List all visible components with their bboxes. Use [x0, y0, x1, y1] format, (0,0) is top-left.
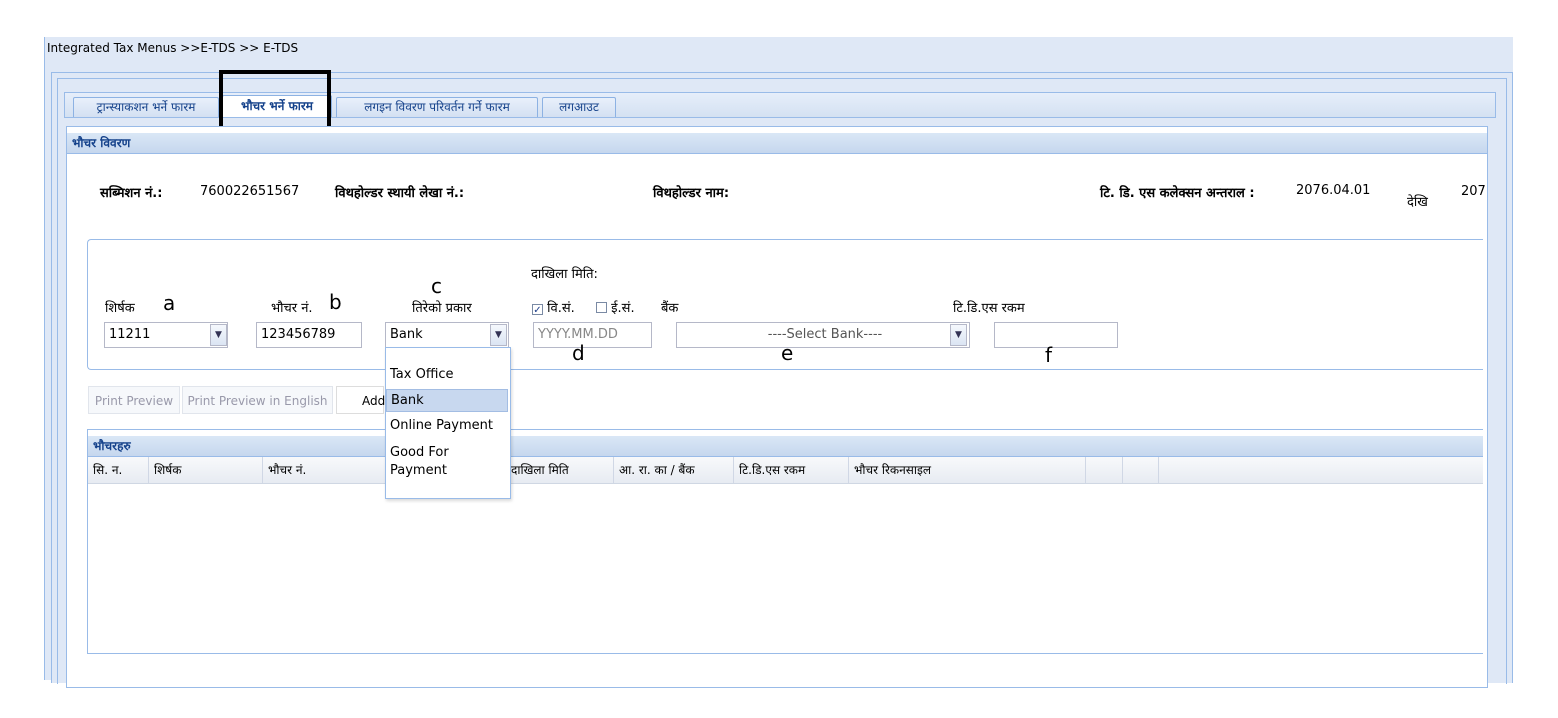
print-preview-english-button[interactable]: Print Preview in English [182, 386, 333, 414]
tab-logout[interactable]: लगआउट [542, 97, 616, 117]
payment-type-dropdown-trigger[interactable]: ▼ [490, 324, 507, 346]
annotation-c: c [431, 274, 442, 298]
collection-period-from: 2076.04.01 [1296, 183, 1371, 198]
col-office-bank[interactable]: आ. रा. का / बैंक [614, 457, 734, 483]
heading-dropdown-trigger[interactable]: ▼ [210, 324, 227, 346]
vouchers-grid-header: भौचरहरु [88, 436, 1483, 457]
annotation-a: a [163, 291, 176, 315]
collection-period-label: टि. डि. एस कलेक्सन अन्तराल : [1100, 186, 1255, 201]
date-ad-checkbox[interactable] [596, 302, 607, 313]
date-bs-option[interactable]: ✓ वि.सं. [532, 298, 575, 316]
annotation-f: f [1045, 343, 1053, 367]
voucher-panel: भौचर विवरण सब्मिशन नं.: 760022651567 विथ… [66, 126, 1488, 688]
voucher-details-header: भौचर विवरण [67, 133, 1487, 154]
bank-dropdown-trigger[interactable]: ▼ [950, 324, 967, 346]
date-ad-option[interactable]: ई.सं. [596, 298, 635, 316]
col-tds-amount[interactable]: टि.डि.एस रकम [734, 457, 849, 483]
col-action-1[interactable] [1086, 457, 1123, 483]
grid-column-header-row: सि. न. शिर्षक भौचर नं. दाखिला मिति आ. रा… [88, 457, 1483, 484]
highlight-box [219, 70, 331, 130]
annotation-d: d [572, 341, 585, 365]
deposit-date-input[interactable]: YYYY.MM.DD [533, 322, 652, 348]
annotation-e: e [781, 341, 794, 365]
bank-label: बैंक [661, 301, 679, 316]
chevron-down-icon: ▼ [955, 330, 962, 340]
voucher-no-label: भौचर नं. [271, 301, 313, 316]
collection-period-to: 207 [1461, 184, 1486, 199]
col-deposit-date[interactable]: दाखिला मिति [498, 457, 614, 483]
annotation-b: b [329, 290, 342, 314]
print-preview-button[interactable]: Print Preview [88, 386, 180, 414]
bank-select[interactable]: ----Select Bank---- [676, 322, 970, 348]
col-heading[interactable]: शिर्षक [149, 457, 263, 483]
payment-type-label: तिरेको प्रकार [412, 301, 472, 316]
tab-transaction-form[interactable]: ट्रान्स्याकशन भर्ने फारम [73, 97, 219, 117]
col-serial[interactable]: सि. न. [88, 457, 149, 483]
withholder-name-label: विथहोल्डर नाम: [653, 186, 730, 201]
add-button[interactable]: Add [336, 386, 385, 414]
from-word: देखि [1407, 195, 1428, 210]
option-tax-office[interactable]: Tax Office [386, 366, 508, 384]
tab-login-change-form[interactable]: लगइन विवरण परिवर्तन गर्ने फारम [336, 97, 538, 117]
chevron-down-icon: ▼ [215, 330, 222, 340]
breadcrumb: Integrated Tax Menus >>E-TDS >> E-TDS [47, 41, 299, 55]
submission-value: 760022651567 [200, 184, 300, 199]
tds-amount-label: टि.डि.एस रकम [953, 301, 1025, 316]
col-voucher-reconcile[interactable]: भौचर रिकनसाइल [849, 457, 1086, 483]
tds-amount-input[interactable] [994, 322, 1118, 348]
chevron-down-icon: ▼ [495, 330, 502, 340]
date-bs-checkbox[interactable]: ✓ [532, 304, 543, 316]
option-bank[interactable]: Bank [386, 389, 508, 412]
withholder-pan-label: विथहोल्डर स्थायी लेखा नं.: [335, 186, 465, 201]
submission-label: सब्मिशन नं.: [100, 186, 163, 201]
deposit-date-label: दाखिला मिति: [531, 267, 598, 282]
voucher-no-input[interactable]: 123456789 [256, 322, 362, 348]
vouchers-grid: भौचरहरु सि. न. शिर्षक भौचर नं. दाखिला मि… [87, 429, 1483, 654]
heading-label: शिर्षक [105, 301, 135, 316]
payment-type-dropdown-list: Tax Office Bank Online Payment Good For … [385, 347, 511, 499]
col-action-2[interactable] [1123, 457, 1159, 483]
option-online-payment[interactable]: Online Payment [386, 417, 508, 435]
option-good-for-payment[interactable]: Good For Payment [386, 444, 476, 480]
